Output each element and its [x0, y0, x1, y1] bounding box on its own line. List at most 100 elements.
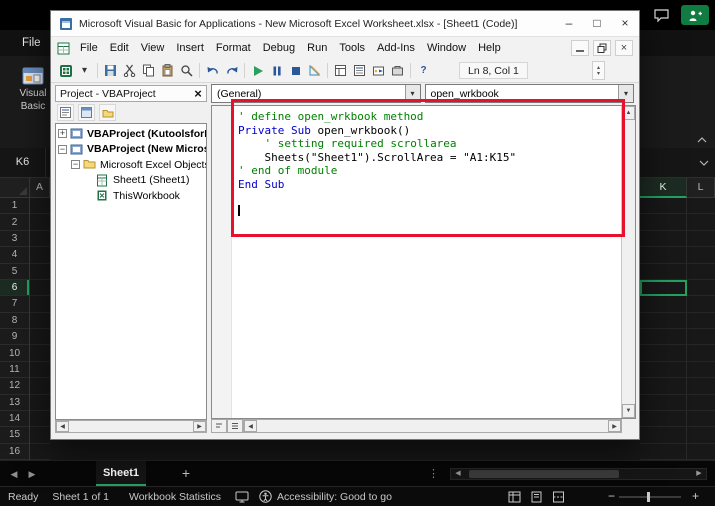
code-line[interactable]: [238, 191, 619, 205]
paste-icon[interactable]: [158, 61, 177, 80]
grid-cell-K12[interactable]: [640, 378, 687, 393]
zoom-out-button[interactable]: −: [608, 487, 615, 506]
grid-cell[interactable]: [30, 329, 50, 345]
row-header-11[interactable]: 11: [0, 362, 29, 378]
toolbox-icon[interactable]: [388, 61, 407, 80]
zoom-slider-thumb[interactable]: [647, 492, 650, 502]
grid-cell-L14[interactable]: [687, 411, 715, 426]
tree-item[interactable]: ThisWorkbook: [56, 188, 206, 204]
scroll-left-icon[interactable]: ◀: [56, 421, 69, 432]
undo-icon[interactable]: [203, 61, 222, 80]
grid-cell-K7[interactable]: [640, 296, 687, 311]
code-text[interactable]: ' define open_wrkbook methodPrivate Sub …: [238, 110, 619, 218]
grid-cell[interactable]: [30, 280, 50, 296]
menu-edit[interactable]: Edit: [104, 37, 135, 59]
minimize-button[interactable]: –: [555, 11, 583, 37]
row-header-10[interactable]: 10: [0, 345, 29, 361]
menu-help[interactable]: Help: [472, 37, 507, 59]
grid-cell-K15[interactable]: [640, 427, 687, 442]
grid-cell[interactable]: [30, 411, 50, 427]
code-window-restore-icon[interactable]: [593, 40, 611, 56]
project-panel-close-icon[interactable]: ×: [190, 86, 206, 101]
grid-cell-K16[interactable]: [640, 444, 687, 459]
vba-titlebar[interactable]: Microsoft Visual Basic for Applications …: [51, 11, 639, 37]
grid-cell-L9[interactable]: [687, 329, 715, 344]
grid-cell-K11[interactable]: [640, 362, 687, 377]
grid-cell-L12[interactable]: [687, 378, 715, 393]
grid-cell-K3[interactable]: [640, 231, 687, 246]
view-code-icon[interactable]: [57, 104, 74, 121]
code-line[interactable]: ' setting required scrollarea: [238, 137, 619, 151]
grid-cell[interactable]: [30, 247, 50, 263]
row-header-13[interactable]: 13: [0, 395, 29, 411]
grid-cell[interactable]: [30, 444, 50, 460]
display-settings-icon[interactable]: [235, 491, 249, 503]
view-excel-dropdown-icon[interactable]: ▾: [75, 61, 94, 80]
expand-formula-bar-icon[interactable]: [699, 160, 709, 166]
row-header-15[interactable]: 15: [0, 427, 29, 443]
toggle-folders-icon[interactable]: [99, 104, 116, 121]
project-explorer-icon[interactable]: [331, 61, 350, 80]
grid-cell-L13[interactable]: [687, 395, 715, 410]
scroll-thumb[interactable]: [469, 470, 619, 478]
code-editor[interactable]: ' define open_wrkbook methodPrivate Sub …: [211, 105, 636, 419]
tab-file[interactable]: File: [16, 30, 47, 56]
accessibility-checker[interactable]: Accessibility: Good to go: [259, 490, 392, 503]
zoom-in-button[interactable]: +: [692, 487, 699, 506]
chevron-down-icon[interactable]: ▾: [618, 85, 633, 102]
procedure-view-icon[interactable]: [211, 419, 227, 433]
redo-icon[interactable]: [222, 61, 241, 80]
grid-cell-L4[interactable]: [687, 247, 715, 262]
tab-overflow-dots[interactable]: ⋮: [428, 461, 439, 487]
grid-cell-L3[interactable]: [687, 231, 715, 246]
row-header-7[interactable]: 7: [0, 296, 29, 312]
tree-item[interactable]: Sheet1 (Sheet1): [56, 173, 206, 189]
row-header-12[interactable]: 12: [0, 378, 29, 394]
grid-cell-K14[interactable]: [640, 411, 687, 426]
tree-item[interactable]: −VBAProject (New Microsoft: [56, 142, 206, 158]
project-panel-header[interactable]: Project - VBAProject ×: [55, 85, 207, 102]
code-window-close-icon[interactable]: ×: [615, 40, 633, 56]
grid-cell-K8[interactable]: [640, 313, 687, 328]
column-header-K[interactable]: K: [640, 178, 687, 198]
run-icon[interactable]: [248, 61, 267, 80]
row-header-14[interactable]: 14: [0, 411, 29, 427]
page-break-view-button[interactable]: [552, 491, 565, 503]
grid-cell[interactable]: [30, 395, 50, 411]
grid-cell-L8[interactable]: [687, 313, 715, 328]
view-excel-icon[interactable]: [56, 61, 75, 80]
workbook-statistics-button[interactable]: Workbook Statistics: [129, 491, 221, 503]
toolbar-options-icon[interactable]: ▴▾: [592, 61, 605, 80]
grid-cell-K4[interactable]: [640, 247, 687, 262]
cut-icon[interactable]: [120, 61, 139, 80]
menu-window[interactable]: Window: [421, 37, 472, 59]
new-sheet-button[interactable]: +: [176, 461, 196, 487]
share-button[interactable]: [681, 5, 709, 25]
horizontal-scrollbar[interactable]: ◀ ▶: [450, 468, 707, 480]
grid-cell[interactable]: [30, 427, 50, 443]
break-icon[interactable]: [267, 61, 286, 80]
maximize-button[interactable]: □: [583, 11, 611, 37]
row-header-1[interactable]: 1: [0, 198, 29, 214]
grid-cell[interactable]: [30, 264, 50, 280]
excel-grid-right[interactable]: [640, 198, 715, 460]
grid-cell[interactable]: [30, 345, 50, 361]
row-header-9[interactable]: 9: [0, 329, 29, 345]
grid-cell-L7[interactable]: [687, 296, 715, 311]
grid-cell[interactable]: [30, 313, 50, 329]
row-header-16[interactable]: 16: [0, 444, 29, 460]
grid-cell-K5[interactable]: [640, 264, 687, 279]
zoom-slider[interactable]: [619, 496, 681, 498]
grid-cell-K13[interactable]: [640, 395, 687, 410]
selected-cell-K6[interactable]: [640, 280, 687, 296]
excel-grid-left[interactable]: [30, 198, 50, 460]
code-line[interactable]: ' define open_wrkbook method: [238, 110, 619, 124]
object-browser-icon[interactable]: [369, 61, 388, 80]
grid-cell[interactable]: [30, 378, 50, 394]
design-mode-icon[interactable]: [305, 61, 324, 80]
chevron-down-icon[interactable]: ▾: [405, 85, 420, 102]
grid-cell-L5[interactable]: [687, 264, 715, 279]
code-line[interactable]: End Sub: [238, 178, 619, 192]
grid-cell-K2[interactable]: [640, 214, 687, 229]
scroll-track[interactable]: [622, 120, 635, 404]
